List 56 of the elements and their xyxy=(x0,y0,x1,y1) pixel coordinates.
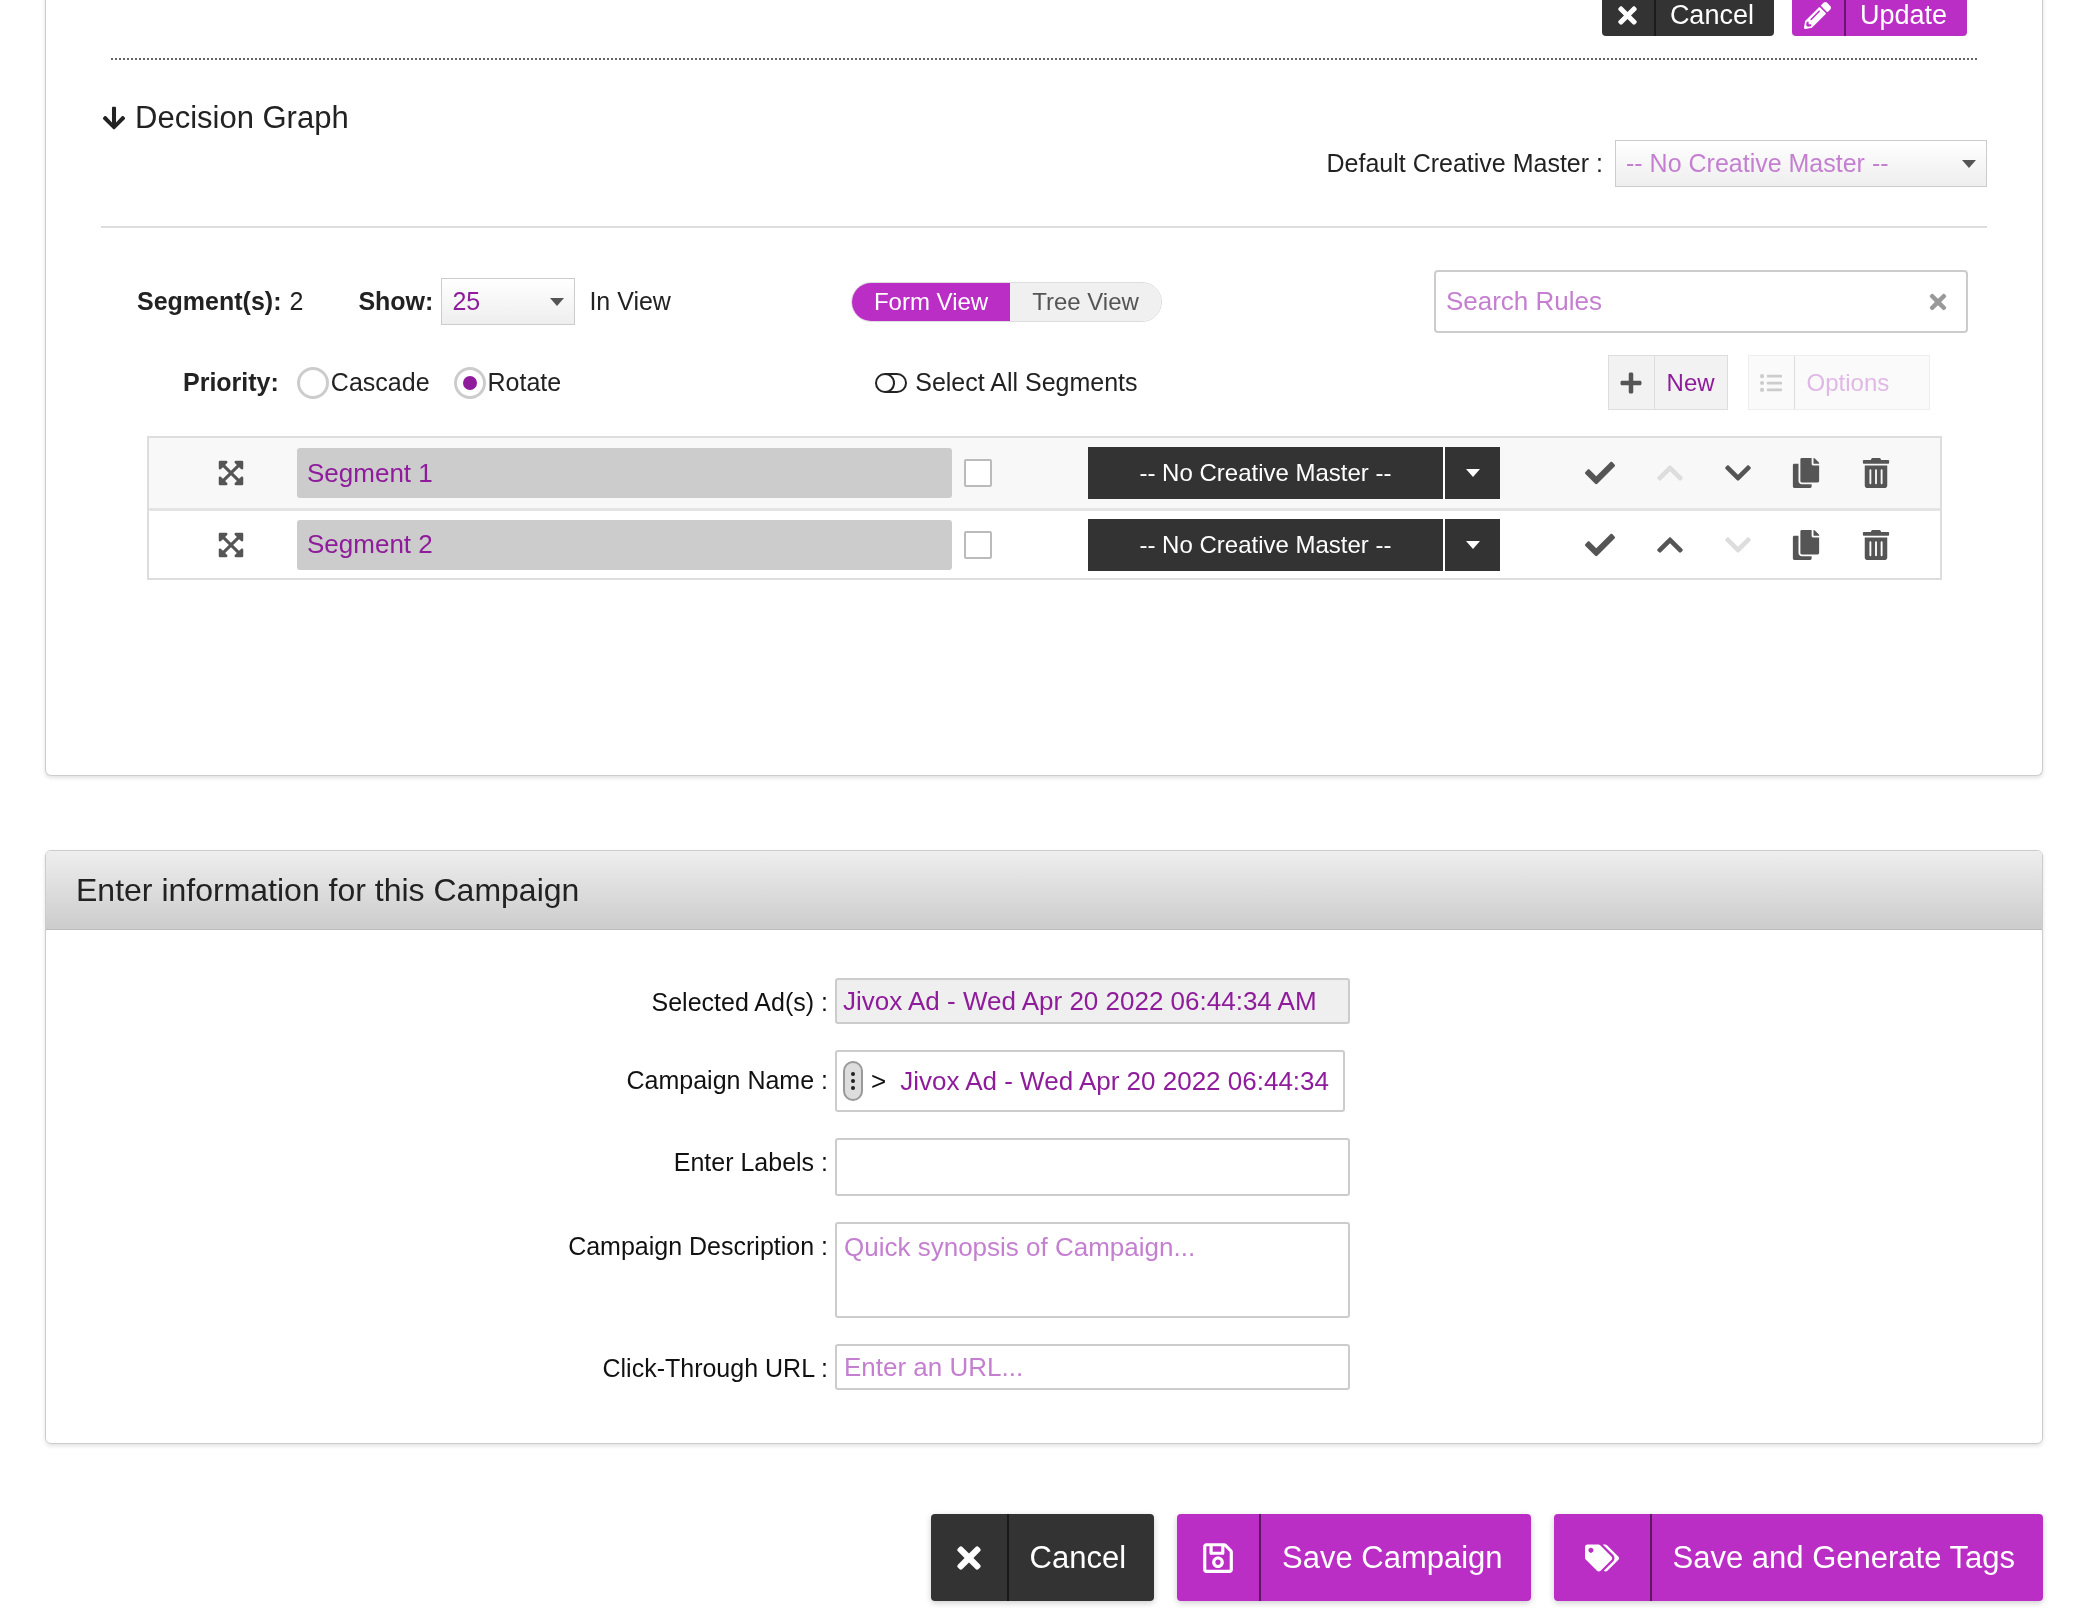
field-label: Segment(s): xyxy=(137,287,282,316)
field-label: Selected Ad(s) : xyxy=(651,987,828,1017)
trash-icon[interactable] xyxy=(1861,458,1891,488)
update-button[interactable]: Update xyxy=(1791,0,1967,36)
field-label: Show: xyxy=(358,287,434,316)
save-button[interactable]: Save Campaign xyxy=(1177,1514,1531,1601)
segment-name-field[interactable]: Segment 1 xyxy=(297,448,952,498)
radio-label: Cascade xyxy=(330,368,430,397)
expand-icon[interactable] xyxy=(217,459,245,487)
field-label: Click-Through URL : xyxy=(602,1353,828,1383)
pencil-icon xyxy=(1804,1,1832,29)
list-icon xyxy=(1760,371,1783,394)
view-tab[interactable]: Form View xyxy=(851,282,1011,321)
expand-icon[interactable] xyxy=(217,530,245,559)
search-field[interactable]: Search Rules xyxy=(1433,270,1968,333)
field-label: Priority: xyxy=(183,368,279,397)
trash-icon[interactable] xyxy=(1861,529,1891,560)
caret-icon xyxy=(1465,540,1480,549)
description-field[interactable]: Quick synopsis of Campaign... xyxy=(835,1222,1350,1318)
creative-master-dropdown[interactable]: -- No Creative Master -- xyxy=(1088,447,1500,499)
field-label: Enter Labels : xyxy=(673,1147,828,1177)
caret-icon xyxy=(1962,159,1976,168)
drag-handle-icon[interactable] xyxy=(843,1061,863,1101)
caret-icon xyxy=(550,297,565,306)
field-label: Campaign Name : xyxy=(626,1065,828,1095)
arrow-down-icon xyxy=(101,105,127,131)
new-button[interactable]: New xyxy=(1607,355,1728,410)
copy-icon[interactable] xyxy=(1791,458,1821,488)
input-field[interactable] xyxy=(835,1138,1350,1196)
radio-button[interactable] xyxy=(296,366,329,399)
checkbox[interactable] xyxy=(964,530,992,559)
radio-button[interactable] xyxy=(453,366,486,399)
plus-icon xyxy=(1619,370,1644,395)
segment-count: 2 xyxy=(289,287,304,316)
view-tab[interactable]: Tree View xyxy=(1010,282,1161,321)
field-label: Campaign Description : xyxy=(568,1231,828,1261)
input-field[interactable]: Enter an URL... xyxy=(835,1344,1350,1390)
creative-master-dropdown[interactable]: -- No Creative Master -- xyxy=(1088,518,1500,571)
checkbox[interactable] xyxy=(964,459,992,487)
section-title[interactable]: Decision Graph xyxy=(101,100,349,136)
page-size-dropdown[interactable]: 25 xyxy=(441,278,576,325)
radio-label: Rotate xyxy=(487,368,562,397)
toggle-label: Select All Segments xyxy=(915,368,1138,397)
prefix-symbol: > xyxy=(871,1065,887,1097)
cancel-button[interactable]: Cancel xyxy=(1601,0,1774,36)
segment-name-field[interactable]: Segment 2 xyxy=(297,519,952,570)
field-label: In View xyxy=(589,287,671,316)
caret-icon xyxy=(1465,469,1480,477)
campaign-name-field[interactable]: > Jivox Ad - Wed Apr 20 2022 06:44:34 xyxy=(835,1050,1345,1112)
cancel-button[interactable]: Cancel xyxy=(930,1514,1154,1601)
copy-icon[interactable] xyxy=(1791,529,1821,560)
save-tags-button[interactable]: Save and Generate Tags xyxy=(1553,1514,2043,1601)
campaign-name-value: Jivox Ad - Wed Apr 20 2022 06:44:34 xyxy=(900,1065,1329,1097)
selected-ads-field: Jivox Ad - Wed Apr 20 2022 06:44:34 AM xyxy=(835,978,1350,1024)
field-label: Default Creative Master : xyxy=(1326,149,1603,178)
panel-title: Enter information for this Campaign xyxy=(76,871,580,909)
